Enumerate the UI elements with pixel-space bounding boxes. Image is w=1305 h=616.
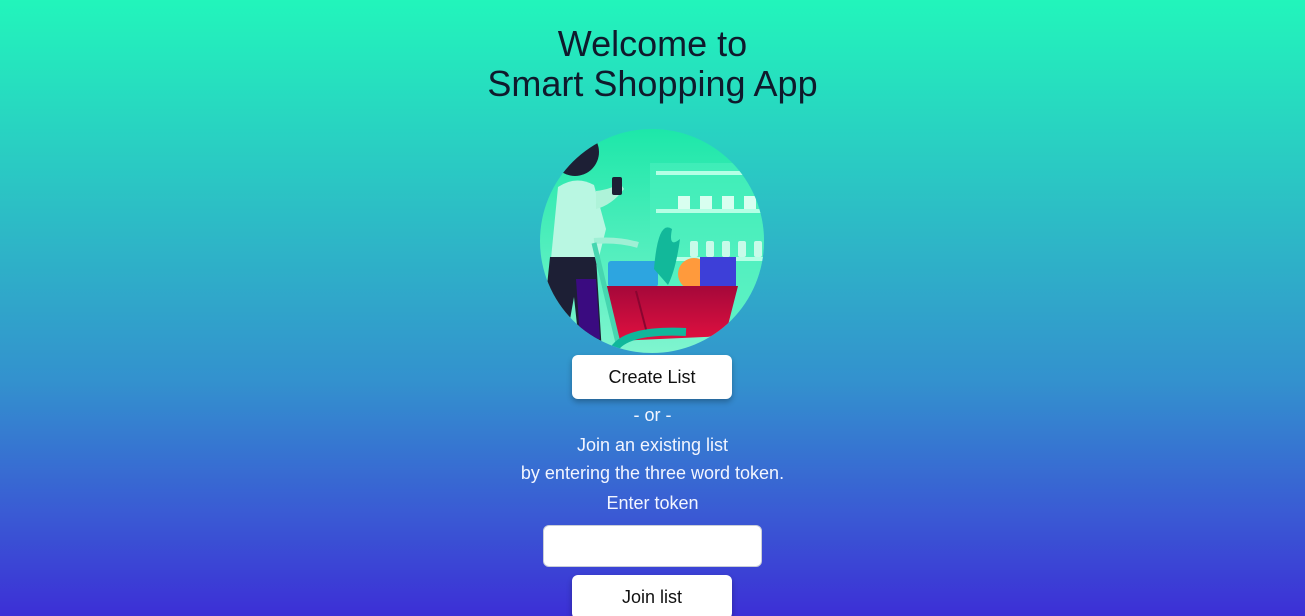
- join-list-button[interactable]: Join list: [572, 575, 732, 616]
- create-list-button[interactable]: Create List: [572, 355, 732, 399]
- join-instructions-line-2: by entering the three word token.: [520, 463, 785, 483]
- token-label: Enter token: [606, 493, 699, 513]
- shopper-illustration: [540, 129, 764, 353]
- title-line-2: Smart Shopping App: [487, 63, 818, 104]
- or-divider: - or -: [633, 405, 672, 425]
- page-title: Welcome to Smart Shopping App: [0, 24, 1305, 104]
- join-instructions-line-1: Join an existing list: [576, 435, 729, 455]
- token-input[interactable]: [543, 525, 762, 567]
- title-line-1: Welcome to: [557, 23, 748, 64]
